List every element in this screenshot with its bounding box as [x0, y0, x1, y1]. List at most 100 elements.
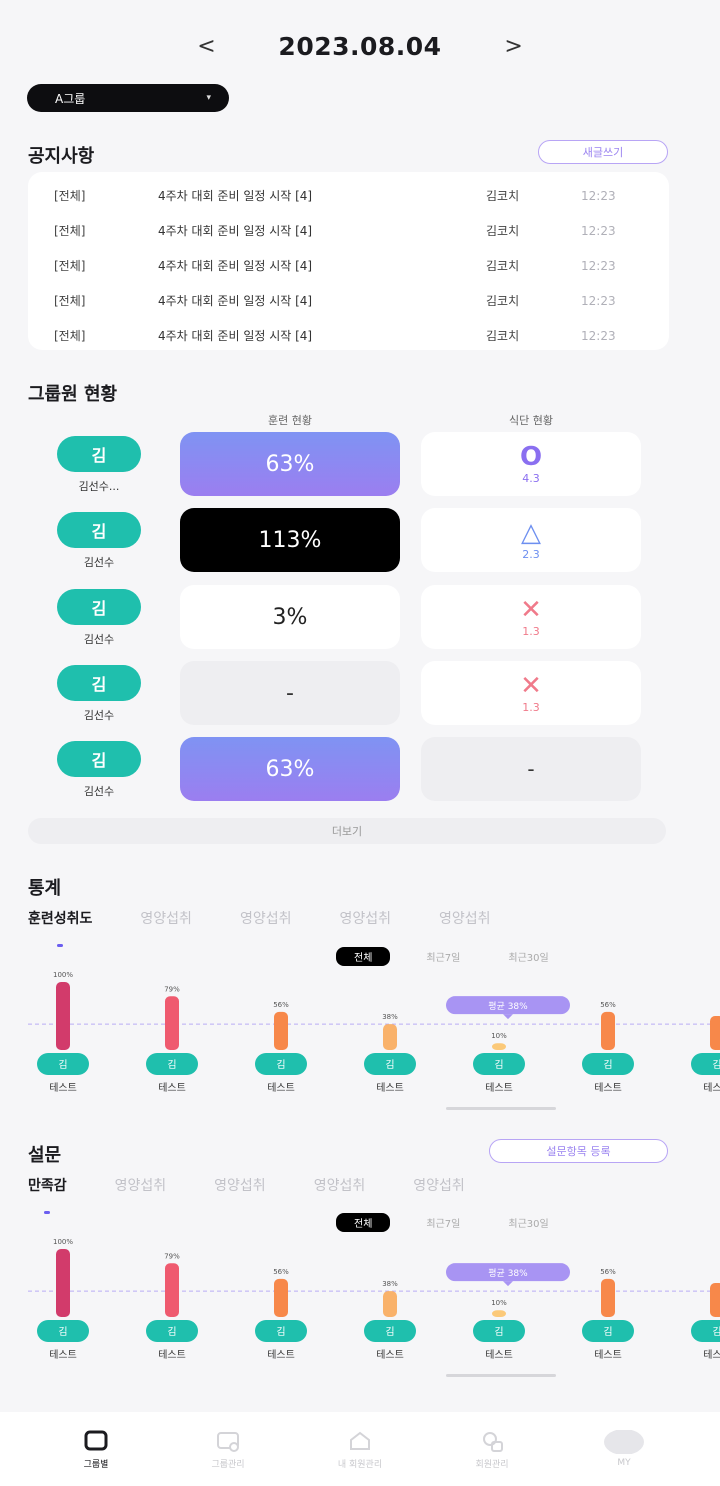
training-rate-card[interactable]: 63% — [180, 737, 400, 801]
tab-item[interactable]: 영양섭취 — [115, 1175, 167, 1205]
diet-score-card[interactable]: ✕ 1.3 — [421, 661, 641, 725]
period-option[interactable]: 전체 — [336, 1212, 391, 1232]
add-survey-item-button[interactable]: 설문항목 등록 — [489, 1139, 668, 1163]
more-members-button[interactable]: 더보기 — [28, 818, 666, 844]
bar — [383, 1024, 397, 1050]
member-row: 김김선수 113% △ 2.3 — [0, 508, 720, 574]
average-tooltip-pointer — [503, 1014, 513, 1020]
notice-time: 12:23 — [581, 328, 616, 343]
bar — [165, 996, 179, 1050]
survey-title: 설문 — [28, 1145, 62, 1166]
bar-avatar-label: 김 — [603, 1059, 612, 1071]
prev-date-button[interactable]: < — [186, 26, 226, 66]
notice-category: [전체] — [54, 294, 86, 308]
tab-item[interactable]: 영양섭취 — [339, 908, 391, 938]
bar — [274, 1011, 288, 1050]
nav-item[interactable]: MY — [579, 1430, 669, 1468]
bar-value-label: 56% — [600, 1001, 616, 1009]
survey-bar-chart: 100% 김 테스트 79% 김 테스트 56% 김 테스트 38% 김 테스트 10% 김 테스트 56% 김… — [0, 1232, 720, 1367]
training-rate-card[interactable]: 3% — [180, 585, 400, 649]
stats-scroll-indicator[interactable] — [446, 1107, 556, 1110]
nav-label: MY — [617, 1458, 631, 1468]
notice-author: 김코치 — [486, 189, 520, 203]
new-notice-button[interactable]: 새글쓰기 — [538, 140, 668, 164]
group-dropdown-value: A그룹 — [55, 91, 86, 106]
bar-value-label: 56% — [273, 1268, 289, 1276]
period-option[interactable]: 최근30일 — [508, 949, 548, 964]
bar-avatar-label: 김 — [276, 1059, 285, 1071]
stats-chart-svg: 100% 김테스트 79% 김테스트 56% 김테스트 38% 김테스트 10% 김테스트 56% 김… — [28, 971, 720, 1094]
nav-item[interactable]: 그룹별 — [51, 1429, 141, 1470]
member-name: 김선수 — [83, 633, 115, 646]
member-name: 김선수 — [83, 556, 115, 569]
chevron-down-icon: ▾ — [206, 93, 211, 103]
notice-category: [전체] — [54, 259, 86, 273]
category-label: 테스트 — [703, 1082, 720, 1094]
category-label: 테스트 — [158, 1082, 186, 1094]
tab-item[interactable]: 영양섭취 — [314, 1175, 366, 1205]
nav-label: 내 회원관리 — [337, 1459, 383, 1470]
tab-item[interactable]: 만족감 — [28, 1175, 67, 1214]
diet-score: 1.3 — [522, 700, 540, 714]
bar — [383, 1291, 397, 1317]
member-avatar[interactable]: 김 — [57, 741, 141, 777]
next-date-button[interactable]: > — [494, 26, 534, 66]
tab-item[interactable]: 영양섭취 — [439, 908, 491, 938]
notice-row[interactable]: [전체] 4주차 대회 준비 일정 시작 [4] 김코치 12:23 — [28, 178, 669, 213]
bar-value-label: 79% — [164, 1252, 180, 1260]
member-avatar[interactable]: 김 — [57, 665, 141, 701]
training-rate-card[interactable]: 113% — [180, 508, 400, 572]
bar-avatar-label: 김 — [712, 1326, 720, 1338]
notice-time: 12:23 — [581, 258, 616, 273]
group-icon — [76, 1429, 116, 1453]
tab-item[interactable]: 영양섭취 — [413, 1175, 465, 1205]
training-rate-card[interactable]: - — [180, 661, 400, 725]
bar-value-label: 38% — [382, 1280, 398, 1288]
notice-time: 12:23 — [581, 188, 616, 203]
notice-row[interactable]: [전체] 4주차 대회 준비 일정 시작 [4] 김코치 12:23 — [28, 318, 669, 353]
tab-item[interactable]: 영양섭취 — [240, 908, 292, 938]
group-status-title: 그룹원 현황 — [28, 384, 118, 405]
nav-item[interactable]: 내 회원관리 — [315, 1429, 405, 1470]
tab-item[interactable]: 영양섭취 — [140, 908, 192, 938]
diet-score-card[interactable]: △ 2.3 — [421, 508, 641, 572]
diet-score-card[interactable]: O 4.3 — [421, 432, 641, 496]
nav-item[interactable]: 회원관리 — [447, 1429, 537, 1470]
profile-icon — [604, 1430, 644, 1454]
bar-avatar-label: 김 — [276, 1326, 285, 1338]
notice-row[interactable]: [전체] 4주차 대회 준비 일정 시작 [4] 김코치 12:23 — [28, 213, 669, 248]
nav-item[interactable]: 그룹관리 — [183, 1429, 273, 1470]
notice-row[interactable]: [전체] 4주차 대회 준비 일정 시작 [4] 김코치 12:23 — [28, 248, 669, 283]
notice-author: 김코치 — [486, 259, 520, 273]
tab-item[interactable]: 영양섭취 — [214, 1175, 266, 1205]
diet-score: 2.3 — [522, 547, 540, 561]
group-dropdown[interactable]: A그룹 ▾ — [27, 84, 229, 112]
notice-time: 12:23 — [581, 293, 616, 308]
training-rate-card[interactable]: 63% — [180, 432, 400, 496]
survey-period-selector: 전체 최근7일 최근30일 — [336, 1212, 681, 1232]
bar — [601, 1011, 615, 1050]
notice-author: 김코치 — [486, 224, 520, 238]
tab-item[interactable]: 훈련성취도 — [28, 908, 92, 947]
diet-score-card[interactable]: ✕ 1.3 — [421, 585, 641, 649]
notice-row[interactable]: [전체] 4주차 대회 준비 일정 시작 [4] 김코치 12:23 — [28, 283, 669, 318]
diet-grade-icon: ✕ — [520, 594, 542, 625]
period-option[interactable]: 최근7일 — [426, 1215, 460, 1230]
survey-scroll-indicator[interactable] — [446, 1374, 556, 1377]
notice-author: 김코치 — [486, 294, 520, 308]
category-label: 테스트 — [485, 1349, 513, 1361]
member-avatar[interactable]: 김 — [57, 589, 141, 625]
average-tooltip-label: 평균 38% — [488, 1001, 528, 1012]
period-option[interactable]: 전체 — [336, 946, 391, 966]
notice-title: 4주차 대회 준비 일정 시작 [4] — [158, 329, 313, 343]
member-icon — [472, 1429, 512, 1453]
notice-list: [전체] 4주차 대회 준비 일정 시작 [4] 김코치 12:23 [전체] 4주차 대… — [28, 172, 669, 350]
diet-score-card[interactable]: - — [421, 737, 641, 801]
diet-score: 1.3 — [522, 624, 540, 638]
period-option[interactable]: 최근30일 — [508, 1215, 548, 1230]
member-avatar[interactable]: 김 — [57, 436, 141, 472]
period-option[interactable]: 최근7일 — [426, 949, 460, 964]
nav-label: 그룹관리 — [211, 1459, 245, 1470]
notice-category: [전체] — [54, 329, 86, 343]
member-avatar[interactable]: 김 — [57, 512, 141, 548]
